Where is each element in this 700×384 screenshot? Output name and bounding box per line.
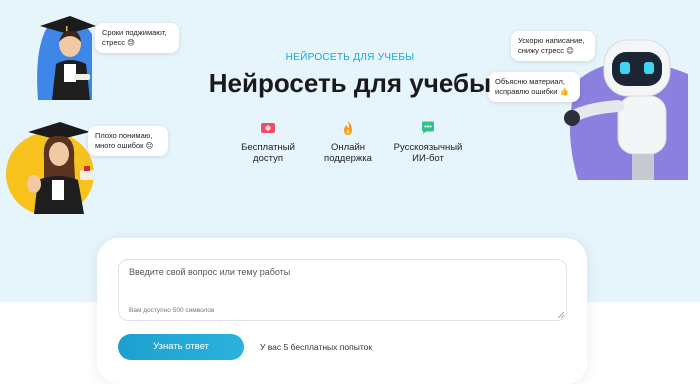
money-icon — [261, 123, 275, 133]
submit-button[interactable]: Узнать ответ — [118, 334, 244, 360]
feature-label: Бесплатный — [241, 142, 295, 153]
feature-online-support: Онлайн поддержка — [308, 120, 388, 164]
question-placeholder: Введите свой вопрос или тему работы — [129, 267, 291, 277]
feature-russian-bot: Русскоязычный ИИ-бот — [388, 120, 468, 164]
hero-eyebrow: НЕЙРОСЕТЬ ДЛЯ УЧЕБЫ — [285, 52, 415, 63]
feature-label: доступ — [253, 153, 283, 164]
feature-label: Русскоязычный — [393, 142, 463, 153]
question-input[interactable]: Введите свой вопрос или тему работы Вам … — [118, 259, 567, 321]
flame-icon — [344, 121, 352, 135]
graduate-woman-image — [4, 118, 94, 216]
bubble-line: Сроки поджимают, — [102, 28, 167, 37]
char-limit-hint: Вам доступно 500 символов — [129, 307, 215, 314]
attempts-counter: У вас 5 бесплатных попыток — [260, 342, 373, 352]
feature-label: Онлайн — [330, 142, 365, 153]
bubble-line: стресс 😓 — [102, 38, 135, 47]
bubble-line: Плохо понимаю, — [95, 131, 153, 140]
features-list: Бесплатный доступ Онлайн поддержка Русск… — [228, 120, 472, 170]
page-title: Нейросеть для учебы — [208, 68, 492, 98]
question-form-card: Введите свой вопрос или тему работы Вам … — [97, 238, 587, 384]
chat-icon — [422, 121, 434, 134]
speech-bubble-mistakes: Плохо понимаю, много ошибок 😔 — [88, 126, 168, 156]
speech-bubble-deadlines: Сроки поджимают, стресс 😓 — [95, 23, 179, 53]
feature-label: ИИ-бот — [412, 153, 444, 164]
bubble-line: много ошибок 😔 — [95, 141, 154, 150]
bubble-line: Ускорю написание, — [518, 36, 585, 45]
feature-free-access: Бесплатный доступ — [228, 120, 308, 164]
feature-label: поддержка — [324, 153, 372, 164]
resize-handle-icon[interactable] — [558, 312, 564, 318]
